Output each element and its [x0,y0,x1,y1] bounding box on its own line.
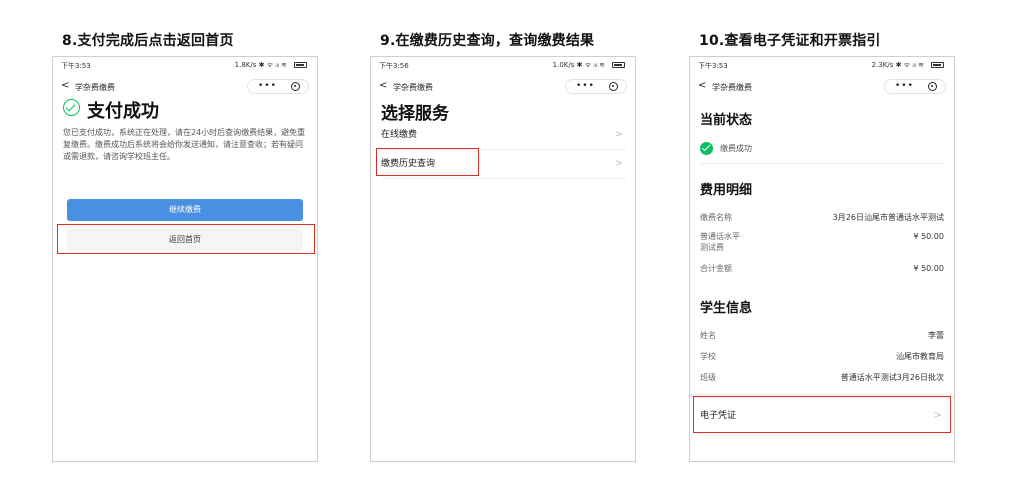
student-row-value: 汕尾市教育局 [896,352,944,361]
step10-heading: 10.查看电子凭证和开票指引 [699,33,881,49]
close-circle-icon[interactable] [609,82,618,91]
battery-icon [931,62,944,68]
status-time: 下午3:56 [379,62,409,70]
success-title: 支付成功 [87,101,159,122]
fee-detail-title: 费用明细 [700,183,753,198]
student-row-key: 学校 [700,352,716,361]
step8-panel: 8.支付完成后点击返回首页 下午3:53 1.8K/s ✱ ᯤ ᵢₗₗ ≋ < … [52,0,320,486]
status-network: 2.3K/s ✱ ᯤ ᵢₗₗ ≋ [871,61,924,69]
chevron-right-icon: > [614,158,623,169]
payment-description: 您已支付成功，系统正在处理，请在24小时后查询缴费结果，避免重复缴费。缴费成功后… [63,128,306,161]
nav-title: 学杂费缴费 [393,83,433,92]
more-icon[interactable]: ••• [895,81,914,91]
continue-payment-button[interactable]: 继续缴费 [67,199,303,221]
nav-bar: < 学杂费缴费 ••• [61,79,309,95]
fee-row: 普通话水平 测试费 ¥ 50.00 [700,231,944,255]
close-circle-icon[interactable] [928,82,937,91]
status-network: 1.0K/s ✱ ᯤ ᵢₗₗ ≋ [552,61,605,69]
mini-program-capsule: ••• [565,79,627,94]
step10-panel: 10.查看电子凭证和开票指引 下午3:53 2.3K/s ✱ ᯤ ᵢₗₗ ≋ <… [689,0,957,486]
more-icon[interactable]: ••• [576,81,595,91]
fee-row-key: 合计金额 [700,264,732,273]
nav-bar: < 学杂费缴费 ••• [379,79,627,95]
close-circle-icon[interactable] [291,82,300,91]
back-icon[interactable]: < [698,80,706,91]
step9-panel: 9.在缴费历史查询，查询缴费结果 下午3:56 1.0K/s ✱ ᯤ ᵢₗₗ ≋… [370,0,638,486]
mini-program-capsule: ••• [247,79,309,94]
back-icon[interactable]: < [379,80,387,91]
status-text: 缴费成功 [720,144,752,153]
current-status-title: 当前状态 [700,113,753,128]
mini-program-capsule: ••• [884,79,946,94]
nav-title: 学杂费缴费 [75,83,115,92]
nav-bar: < 学杂费缴费 ••• [698,79,946,95]
highlight-box [376,148,479,176]
student-row-key: 班级 [700,373,716,382]
fee-row-value: ¥ 50.00 [913,232,944,241]
page-title: 选择服务 [381,104,449,124]
divider [700,163,946,164]
fee-row-key: 缴费名称 [700,213,732,222]
student-row-key: 姓名 [700,331,716,340]
menu-item-online-payment[interactable]: 在线缴费 > [381,122,627,148]
chevron-right-icon: > [614,129,623,140]
nav-title: 学杂费缴费 [712,83,752,92]
divider [381,178,627,179]
fee-row: 合计金额 ¥ 50.00 [700,263,944,275]
status-bar: 下午3:53 1.8K/s ✱ ᯤ ᵢₗₗ ≋ [61,61,309,71]
highlight-box [57,224,315,254]
highlight-box [693,396,951,433]
student-row: 姓名 李蕾 [700,330,944,342]
phone-screen: 下午3:56 1.0K/s ✱ ᯤ ᵢₗₗ ≋ < 学杂费缴费 ••• 选择服务… [370,56,636,462]
status-time: 下午3:53 [698,62,728,70]
status-network: 1.8K/s ✱ ᯤ ᵢₗₗ ≋ [234,61,287,69]
student-row-value: 普通话水平测试3月26日批次 [840,373,944,382]
status-time: 下午3:53 [61,62,91,70]
more-icon[interactable]: ••• [258,81,277,91]
student-row: 学校 汕尾市教育局 [700,351,944,363]
step8-heading: 8.支付完成后点击返回首页 [62,33,234,49]
fee-row: 缴费名称 3月26日汕尾市普通话水平测试 [700,212,944,224]
menu-item-label: 在线缴费 [381,130,418,140]
fee-row-value: ¥ 50.00 [913,264,944,273]
phone-screen: 下午3:53 1.8K/s ✱ ᯤ ᵢₗₗ ≋ < 学杂费缴费 ••• 支付成功… [52,56,318,462]
check-icon [700,142,713,155]
battery-icon [294,62,307,68]
status-bar: 下午3:53 2.3K/s ✱ ᯤ ᵢₗₗ ≋ [698,61,946,71]
student-row: 班级 普通话水平测试3月26日批次 [700,372,944,384]
fee-row-value: 3月26日汕尾市普通话水平测试 [832,213,944,222]
back-icon[interactable]: < [61,80,69,91]
check-circle-icon [63,99,80,116]
fee-row-key: 普通话水平 测试费 [700,232,740,252]
status-bar: 下午3:56 1.0K/s ✱ ᯤ ᵢₗₗ ≋ [379,61,627,71]
student-info-title: 学生信息 [700,301,753,316]
battery-icon [612,62,625,68]
student-row-value: 李蕾 [928,331,944,340]
step9-heading: 9.在缴费历史查询，查询缴费结果 [380,33,595,49]
